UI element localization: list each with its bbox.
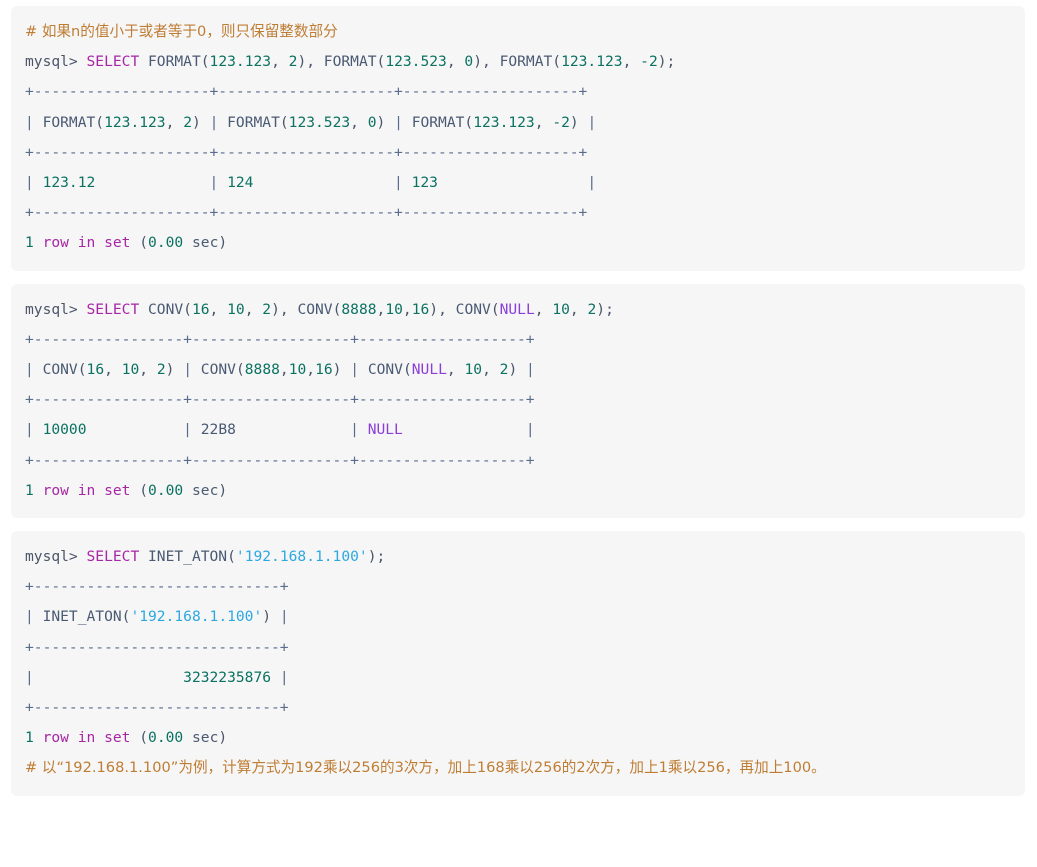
- table-separator-bottom: +----------------------------+: [25, 699, 289, 717]
- sql-query-tail: INET_ATON('192.168.1.100');: [139, 548, 386, 566]
- code-content-conv: mysql> SELECT CONV(16, 10, 2), CONV(8888…: [25, 295, 1011, 506]
- sql-keyword-select: SELECT: [86, 53, 140, 71]
- status-line: 1 row in set (0.00 sec): [25, 481, 228, 499]
- table-separator-top: +----------------------------+: [25, 578, 289, 596]
- table-separator-mid: +-----------------+------------------+--…: [25, 391, 535, 409]
- table-separator-mid: +----------------------------+: [25, 638, 289, 656]
- table-separator-top: +-----------------+------------------+--…: [25, 330, 535, 348]
- table-data-row: | 123.12 | 124 | 123 |: [25, 174, 597, 192]
- table-separator-mid: +--------------------+------------------…: [25, 143, 588, 161]
- code-block-format: # 如果n的值小于或者等于0，则只保留整数部分 mysql> SELECT FO…: [11, 6, 1025, 271]
- code-samples-page: # 如果n的值小于或者等于0，则只保留整数部分 mysql> SELECT FO…: [0, 6, 1037, 867]
- code-block-conv: mysql> SELECT CONV(16, 10, 2), CONV(8888…: [11, 283, 1025, 519]
- table-separator-bottom: +-----------------+------------------+--…: [25, 451, 535, 469]
- sql-query-tail: FORMAT(123.123, 2), FORMAT(123.523, 0), …: [139, 53, 676, 71]
- table-data-row: | 10000 | 22B8 | NULL |: [25, 421, 535, 439]
- code-content-inet-aton: mysql> SELECT INET_ATON('192.168.1.100')…: [25, 542, 1011, 753]
- table-header-row: | CONV(16, 10, 2) | CONV(8888,10,16) | C…: [25, 361, 535, 379]
- table-header-row: | FORMAT(123.123, 2) | FORMAT(123.523, 0…: [25, 113, 597, 131]
- trailing-comment: # 以“192.168.1.100”为例，计算方式为192乘以256的3次方，加…: [25, 759, 826, 777]
- mysql-prompt: mysql>: [25, 548, 87, 566]
- mysql-prompt: mysql>: [25, 53, 87, 71]
- status-line: 1 row in set (0.00 sec): [25, 234, 228, 252]
- table-data-row: | 3232235876 |: [25, 668, 289, 686]
- table-header-row: | INET_ATON('192.168.1.100') |: [25, 608, 289, 626]
- mysql-prompt: mysql>: [25, 300, 87, 318]
- sql-query-tail: CONV(16, 10, 2), CONV(8888,10,16), CONV(…: [139, 300, 614, 318]
- comment-line: # 如果n的值小于或者等于0，则只保留整数部分: [25, 23, 338, 40]
- table-separator-bottom: +--------------------+------------------…: [25, 204, 588, 222]
- code-block-inet-aton: mysql> SELECT INET_ATON('192.168.1.100')…: [11, 531, 1025, 796]
- sql-keyword-select: SELECT: [86, 548, 140, 566]
- status-line: 1 row in set (0.00 sec): [25, 729, 228, 747]
- sql-keyword-select: SELECT: [86, 300, 140, 318]
- table-separator-top: +--------------------+------------------…: [25, 83, 588, 101]
- code-content-format: # 如果n的值小于或者等于0，则只保留整数部分 mysql> SELECT FO…: [25, 17, 1011, 259]
